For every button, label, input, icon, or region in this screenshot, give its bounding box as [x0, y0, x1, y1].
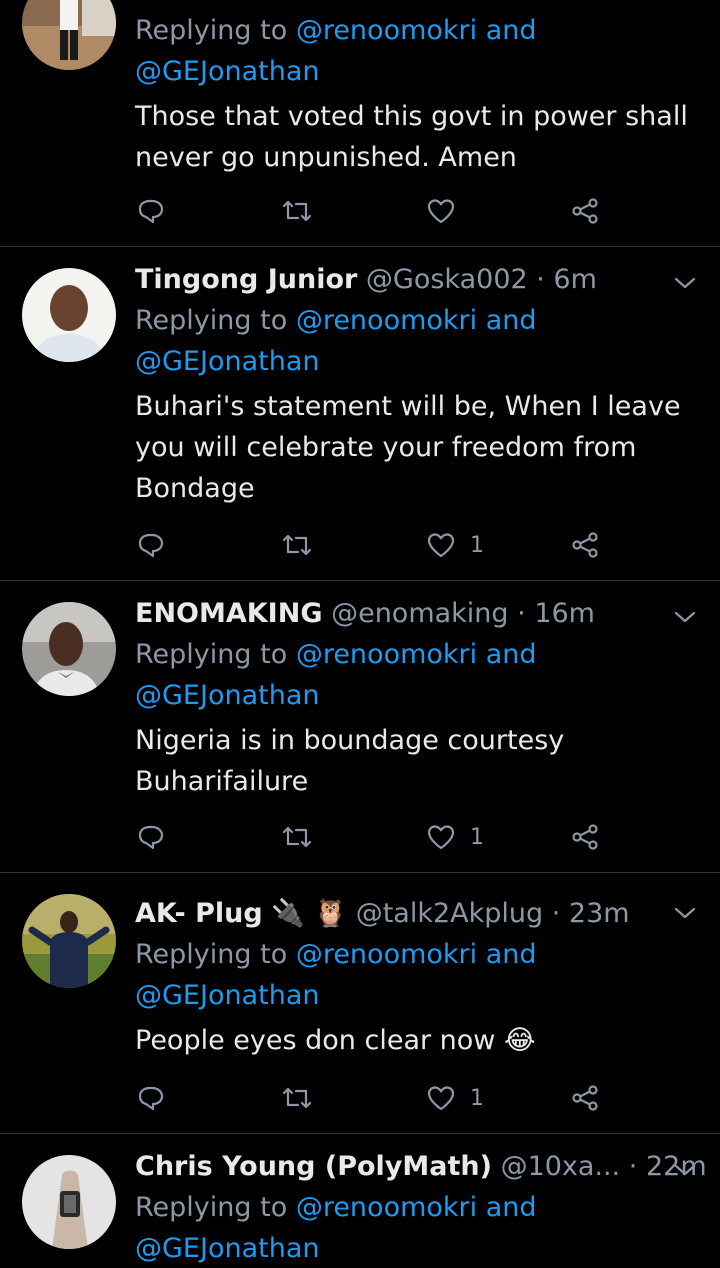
handle[interactable]: @10xa... [501, 1151, 621, 1182]
avatar[interactable] [22, 268, 116, 362]
replying-to: Replying to @renoomokri and @GEJonathan [135, 1192, 537, 1264]
retweet-button[interactable] [281, 817, 313, 857]
replying-to: Replying to @renoomokri and @GEJonathan [135, 939, 537, 1011]
reply-icon [138, 1086, 164, 1111]
like-button[interactable]: 1 [426, 525, 484, 565]
handle[interactable]: @enomaking [331, 598, 508, 629]
share-button[interactable] [570, 191, 600, 231]
retweet-icon [282, 1087, 312, 1109]
share-button[interactable] [570, 525, 600, 565]
reply-button[interactable] [136, 1078, 166, 1118]
timestamp: · 23m [551, 898, 630, 929]
handle[interactable]: @talk2Akplug [356, 898, 543, 929]
laughing-emoji: 😂 [503, 1025, 536, 1056]
tweet-1[interactable]: Tingong Junior @Goska002 · 6m Replying t… [0, 247, 720, 580]
tweet-text: Those that voted this govt in power shal… [135, 101, 688, 173]
share-icon [572, 824, 598, 850]
retweet-button[interactable] [281, 525, 313, 565]
retweet-icon [282, 826, 312, 848]
tweet-header: Tingong Junior @Goska002 · 6m [135, 260, 690, 300]
avatar[interactable] [22, 0, 116, 70]
replying-to: Replying to @renoomokri and @GEJonathan [135, 305, 537, 377]
mention-link[interactable]: @renoomokri and [296, 1192, 537, 1223]
retweet-button[interactable] [281, 191, 313, 231]
tweet-header: ENOMAKING @enomaking · 16m [135, 594, 690, 634]
mention-link[interactable]: @renoomokri and [296, 305, 537, 336]
tweet-text: People eyes don clear now 😂 [135, 1025, 536, 1056]
avatar[interactable] [22, 1155, 116, 1249]
chevron-down-icon[interactable] [672, 1157, 698, 1183]
tweet-4[interactable]: Chris Young (PolyMath) @10xa... · 22m Re… [0, 1134, 720, 1268]
display-name[interactable]: AK- Plug [135, 898, 263, 929]
retweet-button[interactable] [281, 1078, 313, 1118]
like-button[interactable] [426, 191, 470, 231]
display-name[interactable]: Chris Young (PolyMath) [135, 1151, 492, 1182]
timestamp: · 6m [536, 264, 597, 295]
share-icon [572, 198, 598, 224]
tweet-2[interactable]: ENOMAKING @enomaking · 16m Replying to @… [0, 581, 720, 872]
like-icon [427, 825, 455, 850]
tweet-3[interactable]: AK- Plug 🔌 🦉 @talk2Akplug · 23m Replying… [0, 873, 720, 1133]
like-icon [427, 199, 455, 224]
retweet-icon [282, 534, 312, 556]
chevron-down-icon[interactable] [672, 270, 698, 296]
handle[interactable]: @Goska002 [366, 264, 528, 295]
like-count: 1 [470, 824, 484, 850]
mention-link[interactable]: @GEJonathan [135, 56, 319, 87]
tweet-header: Chris Young (PolyMath) @10xa... · 22m [135, 1147, 707, 1187]
reply-button[interactable] [136, 191, 166, 231]
mention-link[interactable]: @GEJonathan [135, 680, 319, 711]
reply-icon [138, 825, 164, 850]
retweet-icon [282, 200, 312, 222]
mention-link[interactable]: @renoomokri and [296, 15, 537, 46]
like-button[interactable]: 1 [426, 817, 484, 857]
like-icon [427, 533, 455, 558]
tweet-0[interactable]: Replying to @renoomokri and @GEJonathan … [0, 0, 720, 247]
replying-to: Replying to @renoomokri and @GEJonathan [135, 15, 537, 87]
name-emoji: 🔌 🦉 [271, 898, 348, 929]
mention-link[interactable]: @GEJonathan [135, 346, 319, 377]
like-count: 1 [470, 532, 484, 558]
display-name[interactable]: Tingong Junior [135, 264, 357, 295]
avatar[interactable] [22, 602, 116, 696]
chevron-down-icon[interactable] [672, 604, 698, 630]
tweet-header: AK- Plug 🔌 🦉 @talk2Akplug · 23m [135, 894, 690, 934]
mention-link[interactable]: @renoomokri and [296, 639, 537, 670]
mention-link[interactable]: @GEJonathan [135, 1233, 319, 1264]
tweet-text: Nigeria is in boundage courtesy Buharifa… [135, 725, 565, 797]
chevron-down-icon[interactable] [672, 900, 698, 926]
reply-icon [138, 199, 164, 224]
share-button[interactable] [570, 1078, 600, 1118]
like-button[interactable]: 1 [426, 1078, 484, 1118]
like-icon [427, 1086, 455, 1111]
display-name[interactable]: ENOMAKING [135, 598, 322, 629]
avatar[interactable] [22, 894, 116, 988]
reply-button[interactable] [136, 817, 166, 857]
tweet-text: Buhari's statement will be, When I leave… [135, 391, 681, 504]
share-icon [572, 532, 598, 558]
reply-button[interactable] [136, 525, 166, 565]
mention-link[interactable]: @GEJonathan [135, 980, 319, 1011]
reply-icon [138, 533, 164, 558]
share-icon [572, 1085, 598, 1111]
share-button[interactable] [570, 817, 600, 857]
mention-link[interactable]: @renoomokri and [296, 939, 537, 970]
replying-to: Replying to @renoomokri and @GEJonathan [135, 639, 537, 711]
timestamp: · 16m [517, 598, 595, 629]
like-count: 1 [470, 1085, 484, 1111]
